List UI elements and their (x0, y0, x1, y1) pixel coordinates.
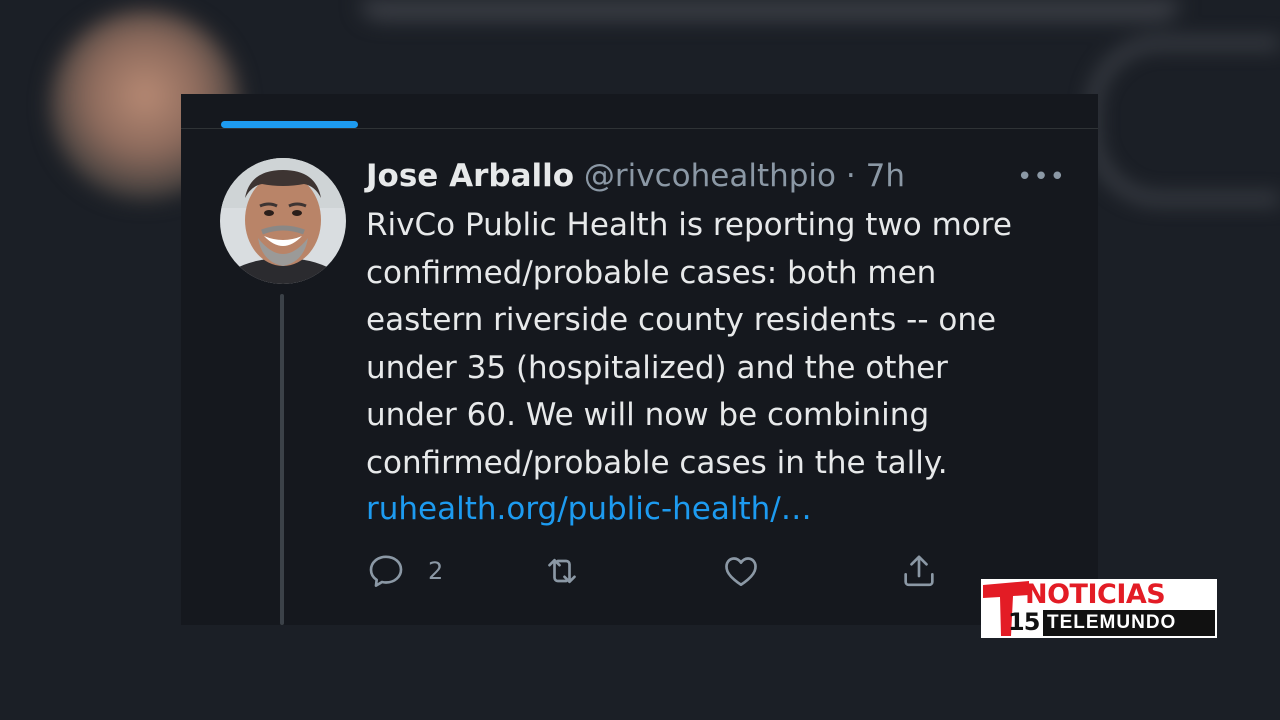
share-button[interactable] (899, 549, 939, 593)
share-icon (904, 555, 934, 587)
reply-button[interactable]: 2 (366, 549, 443, 593)
tweet-text-line: eastern riverside county residents -- on… (366, 302, 997, 338)
reply-count: 2 (428, 557, 444, 585)
author-name[interactable]: Jose Arballo (366, 158, 574, 194)
background-text-1 (0, 230, 38, 358)
tweet-link[interactable]: ruhealth.org/public-health/… (366, 486, 812, 534)
tweet-header: Jose Arballo @rivcohealthpio · 7h (366, 156, 905, 196)
retweet-button[interactable] (542, 549, 582, 593)
background-text-3 (0, 520, 26, 609)
active-tab-indicator (221, 121, 358, 128)
tweet-text-line: confirmed/probable cases in the tally. (366, 444, 948, 481)
reply-icon (369, 555, 403, 587)
tweet-text-line: RivCo Public Health is reporting two mor… (366, 207, 1012, 243)
author-avatar[interactable] (220, 158, 346, 284)
author-handle[interactable]: @rivcohealthpio (584, 158, 836, 194)
logo-word-telemundo: TELEMUNDO (1047, 612, 1177, 633)
tweet-timestamp[interactable]: 7h (866, 158, 905, 194)
more-options-icon[interactable]: ••• (1017, 162, 1066, 192)
like-button[interactable] (721, 549, 761, 593)
tab-divider (181, 128, 1098, 129)
logo-number: 15 (1008, 608, 1040, 636)
background-follow-pill (1090, 40, 1280, 202)
background-bar (360, 0, 1180, 20)
tweet-actions: 2 (366, 549, 1086, 599)
retweet-icon (548, 558, 576, 584)
background-text-4 (0, 620, 26, 709)
like-icon (725, 557, 757, 586)
logo-word-noticias: NOTICIAS (1025, 579, 1166, 610)
noticias-telemundo-logo: NOTICIAS 15 TELEMUNDO (981, 579, 1217, 638)
tweet-text: RivCo Public Health is reporting two mor… (366, 202, 1086, 487)
separator-dot: · (845, 158, 856, 194)
avatar-photo (220, 158, 346, 284)
tweet-card: Jose Arballo @rivcohealthpio · 7h ••• Ri… (181, 94, 1098, 625)
tweet-text-line: under 35 (hospitalized) and the other (366, 349, 948, 386)
tweet-text-line: confirmed/probable cases: both men (366, 254, 937, 291)
tweet-text-line: under 60. We will now be combining (366, 397, 930, 433)
thread-line (280, 294, 284, 625)
background-text-2 (0, 370, 24, 452)
